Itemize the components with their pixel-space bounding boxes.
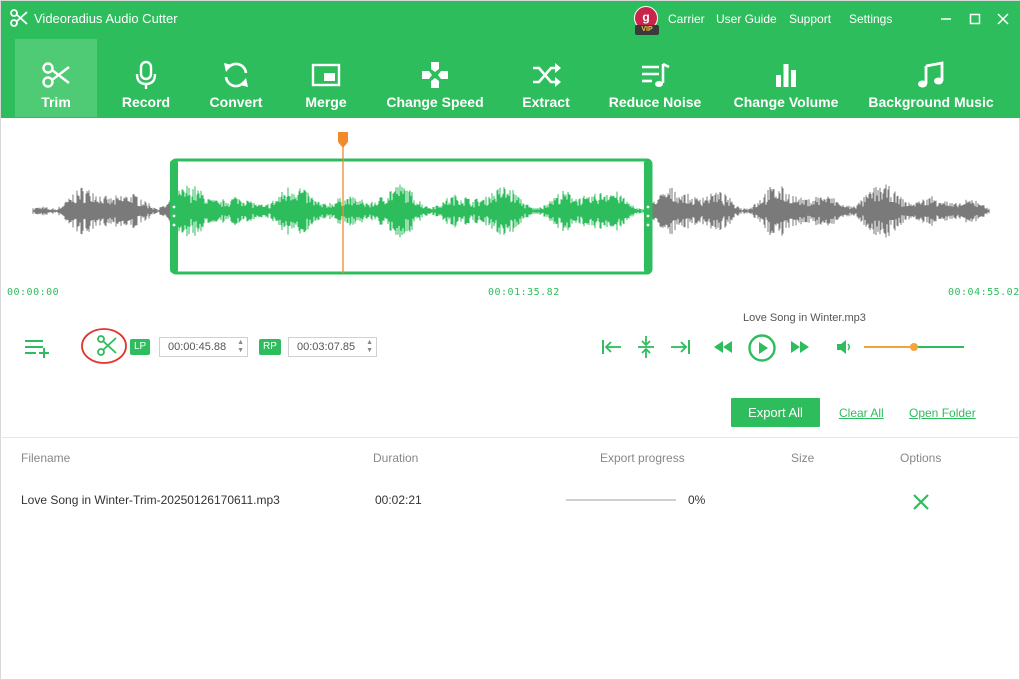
tab-label: Record: [121, 94, 171, 110]
rp-tag: RP: [259, 339, 281, 355]
tab-convert[interactable]: Convert: [197, 39, 275, 117]
delete-icon[interactable]: [911, 492, 931, 512]
tab-change-speed[interactable]: Change Speed: [381, 39, 489, 117]
gamepad-icon: [422, 62, 448, 88]
waveform[interactable]: [1, 119, 1020, 304]
title-bar: Videoradius Audio Cutter g VIP Carrier U…: [1, 1, 1020, 37]
tab-label: Change Volume: [733, 94, 839, 110]
refresh-icon: [224, 62, 248, 88]
tab-label: Background Music: [868, 94, 994, 110]
cut-button[interactable]: [79, 326, 129, 366]
export-all-button[interactable]: Export All: [731, 398, 820, 427]
play-button[interactable]: [747, 333, 777, 363]
rp-time-input[interactable]: 00:03:07.85 ▲ ▼: [288, 337, 377, 357]
tab-reduce-noise[interactable]: Reduce Noise: [603, 39, 707, 117]
tab-background-music[interactable]: Background Music: [863, 39, 999, 117]
waveform-area[interactable]: [1, 119, 1020, 304]
bar-chart-icon: [776, 64, 796, 87]
lp-time-input[interactable]: 00:00:45.88 ▲ ▼: [159, 337, 248, 357]
vip-badge: VIP: [635, 25, 659, 35]
minimize-button[interactable]: [936, 9, 956, 29]
header: Videoradius Audio Cutter g VIP Carrier U…: [1, 1, 1020, 118]
tab-merge[interactable]: Merge: [291, 39, 361, 117]
volume-fill: [864, 346, 914, 348]
time-end: 00:04:55.02: [948, 287, 1020, 298]
export-progress-bar: [566, 499, 676, 501]
play-icon: [759, 342, 768, 354]
merge-icon: [311, 63, 341, 87]
lp-tag: LP: [130, 339, 151, 355]
microphone-icon: [135, 60, 157, 89]
tab-trim[interactable]: Trim: [15, 39, 97, 117]
lp-time-value: 00:00:45.88: [168, 341, 227, 353]
open-folder-link[interactable]: Open Folder: [909, 406, 976, 420]
user-guide-link[interactable]: User Guide: [716, 12, 777, 26]
tab-extract[interactable]: Extract: [511, 39, 581, 117]
tab-label: Convert: [209, 94, 263, 110]
volume-slider[interactable]: [864, 341, 964, 353]
app-window: Videoradius Audio Cutter g VIP Carrier U…: [0, 0, 1020, 680]
fast-forward-icon[interactable]: [789, 338, 811, 356]
shuffle-icon: [533, 63, 561, 87]
minimize-icon: [941, 18, 951, 20]
playhead-handle[interactable]: [338, 132, 348, 148]
maximize-button[interactable]: [965, 9, 985, 29]
volume-thumb[interactable]: [910, 343, 918, 351]
rewind-icon[interactable]: [712, 338, 734, 356]
volume-icon[interactable]: [835, 338, 853, 356]
rp-time-value: 00:03:07.85: [297, 341, 356, 353]
support-link[interactable]: Support: [789, 12, 831, 26]
header-progress: Export progress: [600, 451, 685, 465]
scissors-icon: [97, 335, 117, 356]
add-list-icon[interactable]: [23, 337, 53, 359]
maximize-icon: [969, 13, 981, 25]
current-file-name: Love Song in Winter.mp3: [743, 312, 866, 324]
close-button[interactable]: [993, 9, 1013, 29]
jump-to-start-icon[interactable]: [601, 337, 623, 357]
settings-link[interactable]: Settings: [849, 12, 892, 26]
row-filename: Love Song in Winter-Trim-20250126170611.…: [21, 493, 280, 507]
spinner-arrows-icon[interactable]: ▲ ▼: [366, 339, 373, 355]
tab-label: Extract: [522, 94, 570, 110]
tab-label: Reduce Noise: [608, 94, 702, 110]
header-size: Size: [791, 451, 815, 465]
divider: [2, 437, 1020, 438]
tab-change-volume[interactable]: Change Volume: [727, 39, 845, 117]
time-start: 00:00:00: [7, 287, 60, 298]
close-icon: [997, 13, 1009, 25]
tab-label: Trim: [41, 94, 71, 110]
jump-to-end-icon[interactable]: [669, 337, 691, 357]
time-middle: 00:01:35.82: [488, 287, 560, 298]
carrier-link[interactable]: Carrier: [668, 12, 705, 26]
header-options: Options: [900, 451, 942, 465]
music-list-icon: [642, 62, 670, 87]
scissors-icon: [42, 62, 70, 88]
music-note-icon: [918, 61, 944, 88]
center-align-icon[interactable]: [636, 335, 656, 359]
spinner-arrows-icon[interactable]: ▲ ▼: [237, 339, 244, 355]
header-filename: Filename: [21, 451, 71, 465]
app-logo-icon: [10, 9, 28, 27]
row-duration: 00:02:21: [375, 493, 422, 507]
header-duration: Duration: [373, 451, 419, 465]
tab-record[interactable]: Record: [109, 39, 183, 117]
tab-label: Change Speed: [386, 94, 484, 110]
app-title: Videoradius Audio Cutter: [34, 11, 178, 26]
tab-label: Merge: [305, 94, 347, 110]
clear-all-link[interactable]: Clear All: [839, 406, 884, 420]
row-progress-text: 0%: [688, 493, 706, 507]
